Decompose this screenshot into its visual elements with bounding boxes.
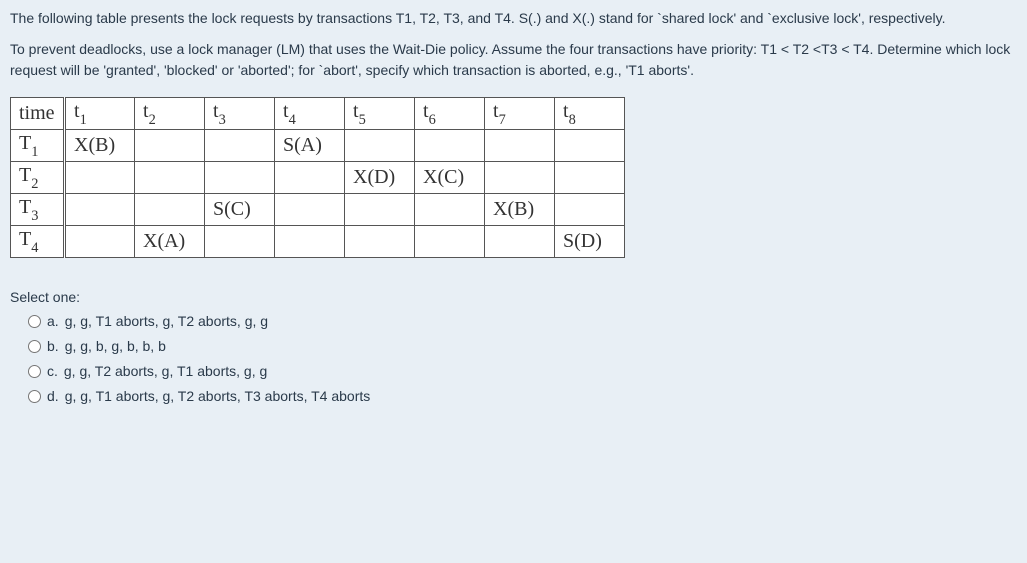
option-a-radio[interactable] — [28, 315, 41, 328]
cell — [415, 226, 485, 258]
lock-table-wrapper: time t1 t2 t3 t4 t5 t6 t7 t8 T1 X(B) S(A… — [10, 97, 625, 258]
cell — [275, 194, 345, 226]
cell — [135, 194, 205, 226]
cell — [275, 162, 345, 194]
cell — [205, 162, 275, 194]
cell — [555, 162, 625, 194]
cell: S(A) — [275, 130, 345, 162]
cell: X(B) — [485, 194, 555, 226]
col-t5: t5 — [345, 98, 415, 130]
table-row: T4 X(A) S(D) — [11, 226, 625, 258]
cell: X(A) — [135, 226, 205, 258]
option-c[interactable]: c. g, g, T2 aborts, g, T1 aborts, g, g — [28, 363, 1017, 379]
cell: X(D) — [345, 162, 415, 194]
cell: X(C) — [415, 162, 485, 194]
cell — [205, 130, 275, 162]
lock-request-table: time t1 t2 t3 t4 t5 t6 t7 t8 T1 X(B) S(A… — [10, 97, 625, 258]
cell — [485, 162, 555, 194]
row-T1-label: T1 — [11, 130, 65, 162]
table-row: T1 X(B) S(A) — [11, 130, 625, 162]
col-t3: t3 — [205, 98, 275, 130]
cell — [485, 130, 555, 162]
option-b-letter: b. — [47, 338, 59, 354]
cell — [485, 226, 555, 258]
col-t6: t6 — [415, 98, 485, 130]
table-row: T2 X(D) X(C) — [11, 162, 625, 194]
row-T4-label: T4 — [11, 226, 65, 258]
table-header-row: time t1 t2 t3 t4 t5 t6 t7 t8 — [11, 98, 625, 130]
intro-paragraph-2: To prevent deadlocks, use a lock manager… — [10, 39, 1017, 81]
col-t8: t8 — [555, 98, 625, 130]
option-b[interactable]: b. g, g, b, g, b, b, b — [28, 338, 1017, 354]
table-row: T3 S(C) X(B) — [11, 194, 625, 226]
row-T3-label: T3 — [11, 194, 65, 226]
option-a-letter: a. — [47, 313, 59, 329]
row-T2-label: T2 — [11, 162, 65, 194]
cell — [555, 130, 625, 162]
option-c-radio[interactable] — [28, 365, 41, 378]
option-d-text: g, g, T1 aborts, g, T2 aborts, T3 aborts… — [65, 388, 371, 404]
cell — [345, 194, 415, 226]
cell — [135, 130, 205, 162]
cell — [555, 194, 625, 226]
cell — [205, 226, 275, 258]
cell — [415, 194, 485, 226]
option-c-letter: c. — [47, 363, 58, 379]
option-d[interactable]: d. g, g, T1 aborts, g, T2 aborts, T3 abo… — [28, 388, 1017, 404]
option-b-radio[interactable] — [28, 340, 41, 353]
select-one-label: Select one: — [10, 289, 1017, 305]
option-d-radio[interactable] — [28, 390, 41, 403]
option-a-text: g, g, T1 aborts, g, T2 aborts, g, g — [65, 313, 268, 329]
option-b-text: g, g, b, g, b, b, b — [65, 338, 166, 354]
col-t1: t1 — [65, 98, 135, 130]
option-d-letter: d. — [47, 388, 59, 404]
cell — [65, 226, 135, 258]
cell — [135, 162, 205, 194]
options-group: a. g, g, T1 aborts, g, T2 aborts, g, g b… — [10, 313, 1017, 404]
cell: S(D) — [555, 226, 625, 258]
col-t2: t2 — [135, 98, 205, 130]
time-header: time — [11, 98, 65, 130]
col-t4: t4 — [275, 98, 345, 130]
cell: S(C) — [205, 194, 275, 226]
cell — [345, 226, 415, 258]
cell — [415, 130, 485, 162]
col-t7: t7 — [485, 98, 555, 130]
intro-paragraph-1: The following table presents the lock re… — [10, 8, 1017, 29]
cell — [345, 130, 415, 162]
cell — [65, 162, 135, 194]
cell — [275, 226, 345, 258]
cell: X(B) — [65, 130, 135, 162]
option-c-text: g, g, T2 aborts, g, T1 aborts, g, g — [64, 363, 267, 379]
cell — [65, 194, 135, 226]
option-a[interactable]: a. g, g, T1 aborts, g, T2 aborts, g, g — [28, 313, 1017, 329]
